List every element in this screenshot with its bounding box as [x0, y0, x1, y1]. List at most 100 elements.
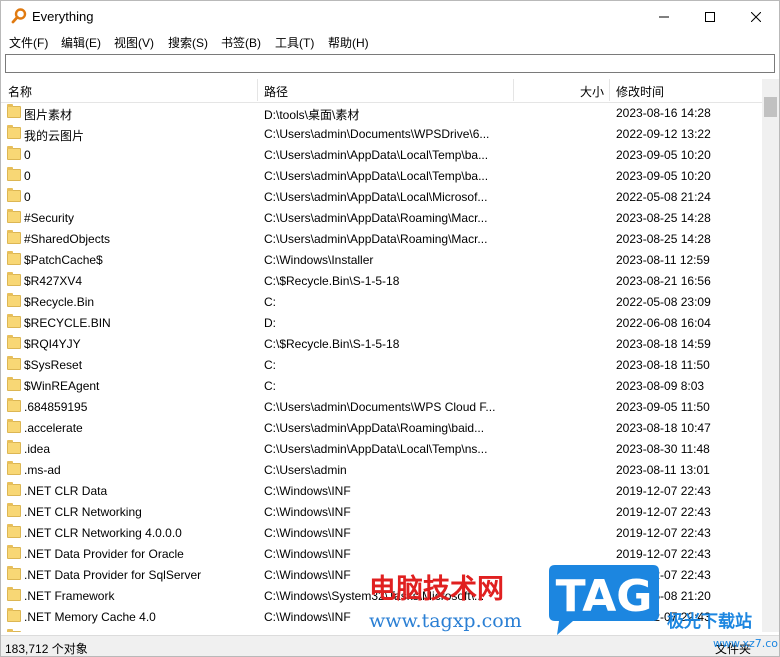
file-row[interactable]: #SharedObjects C:\Users\admin\AppData\Roa… — [1, 228, 762, 249]
file-row[interactable]: $Recycle.Bin C: 2022-05-08 23:09 — [1, 291, 762, 312]
file-row[interactable]: 0 C:\Users\admin\AppData\Local\Temp\ba...… — [1, 165, 762, 186]
file-row[interactable]: 我的云图片 C:\Users\admin\Documents\WPSDrive\6… — [1, 123, 762, 144]
file-name: $PatchCache$ — [24, 253, 103, 267]
folder-icon — [7, 398, 21, 412]
status-bar: 183,712 个对象 文件夹 — [1, 635, 779, 656]
folder-icon — [7, 251, 21, 265]
folder-icon — [7, 335, 21, 349]
file-name: $RECYCLE.BIN — [24, 316, 111, 330]
file-modified: 2023-08-09 8:03 — [616, 379, 705, 393]
menu-edit[interactable]: 编辑(E) — [61, 34, 101, 51]
file-path: C:\Users\admin\Documents\WPSDrive\6... — [264, 127, 490, 141]
file-name: .NET Data Provider for SqlServer — [24, 568, 202, 582]
scrollbar-thumb[interactable] — [764, 97, 777, 117]
file-name: $R427XV4 — [24, 274, 83, 288]
file-row[interactable]: #Security C:\Users\admin\AppData\Roaming\… — [1, 207, 762, 228]
folder-icon — [7, 188, 21, 202]
file-name: 我的云图片 — [24, 129, 85, 143]
folder-icon — [7, 587, 21, 601]
close-button[interactable] — [733, 1, 779, 32]
column-divider[interactable] — [609, 79, 610, 101]
file-name: .NET Framework — [24, 589, 115, 603]
file-path: C: — [264, 379, 276, 393]
file-modified: 2023-08-25 14:28 — [616, 232, 711, 246]
maximize-button[interactable] — [687, 1, 733, 32]
file-row[interactable]: $RQI4YJY C:\$Recycle.Bin\S-1-5-18 2023-08-… — [1, 333, 762, 354]
file-row[interactable]: $SysReset C: 2023-08-18 11:50 — [1, 354, 762, 375]
file-row[interactable]: .NET CLR Data C:\Windows\INF 2019-12-07 22… — [1, 480, 762, 501]
column-size[interactable]: 大小 — [580, 83, 604, 100]
watermark-url: www.tagxp.com — [369, 610, 522, 632]
file-modified: 2023-08-16 14:28 — [616, 106, 711, 120]
file-row[interactable]: 图片素材 D:\tools\桌面\素材 2023-08-16 14:28 — [1, 102, 762, 123]
column-name[interactable]: 名称 — [8, 83, 32, 100]
folder-icon — [7, 104, 21, 118]
file-modified: 2023-08-30 11:48 — [616, 442, 710, 456]
file-row[interactable]: $R427XV4 C:\$Recycle.Bin\S-1-5-18 2023-08-… — [1, 270, 762, 291]
file-row[interactable]: $WinREAgent C: 2023-08-09 8:03 — [1, 375, 762, 396]
search-input[interactable] — [5, 54, 775, 73]
file-modified: 2023-08-11 13:01 — [616, 463, 710, 477]
file-row[interactable]: .NET CLR Networking C:\Windows\INF 2019-12… — [1, 501, 762, 522]
folder-icon — [7, 524, 21, 538]
file-path: C:\Windows\INF — [264, 484, 351, 498]
menu-tools[interactable]: 工具(T) — [275, 34, 314, 51]
everything-window: Everything 文件(F) 编辑(E) 视图(V) 搜索(S) 书签(B)… — [0, 0, 780, 657]
file-row[interactable]: $RECYCLE.BIN D: 2022-06-08 16:04 — [1, 312, 762, 333]
file-row[interactable]: .NET CLR Networking 4.0.0.0 C:\Windows\IN… — [1, 522, 762, 543]
file-row[interactable]: .NET Data Provider for Oracle C:\Windows\… — [1, 543, 762, 564]
file-path: C:\Users\admin\AppData\Roaming\Macr... — [264, 232, 488, 246]
file-modified: 2019-12-07 22:43 — [616, 484, 711, 498]
maximize-icon — [705, 11, 715, 22]
file-name: .accelerate — [24, 421, 83, 435]
file-name: .NET Networking — [24, 631, 114, 632]
column-divider[interactable] — [513, 79, 514, 101]
column-modified[interactable]: 修改时间 — [616, 83, 664, 100]
folder-icon — [7, 230, 21, 244]
file-modified: 2022-05-08 23:09 — [616, 295, 711, 309]
column-path[interactable]: 路径 — [264, 83, 288, 100]
menu-bookmarks[interactable]: 书签(B) — [221, 34, 261, 51]
folder-icon — [7, 440, 21, 454]
close-icon — [751, 11, 761, 22]
folder-icon — [7, 146, 21, 160]
menu-help[interactable]: 帮助(H) — [328, 34, 369, 51]
file-modified: 2023-09-05 10:20 — [616, 169, 711, 183]
file-row[interactable]: 0 C:\Users\admin\AppData\Local\Microsof..… — [1, 186, 762, 207]
file-name: 0 — [24, 169, 31, 183]
file-row[interactable]: $PatchCache$ C:\Windows\Installer 2023-08-… — [1, 249, 762, 270]
window-title: Everything — [32, 9, 94, 24]
watermark-site-url: www.xz7.com — [713, 637, 779, 650]
file-modified: 2023-08-18 14:59 — [616, 337, 711, 351]
file-name: $Recycle.Bin — [24, 295, 95, 309]
folder-icon — [7, 566, 21, 580]
file-modified: 2022-06-08 16:04 — [616, 316, 711, 330]
file-modified: 2019-12-07 22:43 — [616, 526, 711, 540]
file-path: C:\Windows\INF — [264, 505, 351, 519]
minimize-button[interactable] — [641, 1, 687, 32]
file-row[interactable]: .idea C:\Users\admin\AppData\Local\Temp\n… — [1, 438, 762, 459]
file-path: C:\$Recycle.Bin\S-1-5-18 — [264, 274, 400, 288]
watermark-text: 电脑技术网 — [369, 574, 504, 605]
folder-icon — [7, 461, 21, 475]
title-bar: Everything — [1, 1, 779, 32]
file-row[interactable]: .accelerate C:\Users\admin\AppData\Roamin… — [1, 417, 762, 438]
folder-icon — [7, 356, 21, 370]
column-divider[interactable] — [257, 79, 258, 101]
object-count: 183,712 个对象 — [5, 642, 88, 656]
file-name: $RQI4YJY — [24, 337, 81, 351]
column-header: 名称 路径 大小 修改时间 — [1, 79, 779, 103]
menu-bar: 文件(F) 编辑(E) 视图(V) 搜索(S) 书签(B) 工具(T) 帮助(H… — [1, 32, 779, 52]
file-row[interactable]: 0 C:\Users\admin\AppData\Local\Temp\ba...… — [1, 144, 762, 165]
menu-search[interactable]: 搜索(S) — [168, 34, 208, 51]
folder-icon — [7, 545, 21, 559]
file-row[interactable]: .684859195 C:\Users\admin\Documents\WPS C… — [1, 396, 762, 417]
vertical-scrollbar[interactable] — [762, 79, 779, 632]
file-name: .idea — [24, 442, 51, 456]
file-path: C:\Users\admin\AppData\Local\Microsof... — [264, 190, 488, 204]
file-row[interactable]: .ms-ad C:\Users\admin 2023-08-11 13:01 — [1, 459, 762, 480]
menu-file[interactable]: 文件(F) — [9, 34, 48, 51]
folder-icon — [7, 293, 21, 307]
file-modified: 2023-08-21 16:56 — [616, 274, 711, 288]
menu-view[interactable]: 视图(V) — [114, 34, 154, 51]
